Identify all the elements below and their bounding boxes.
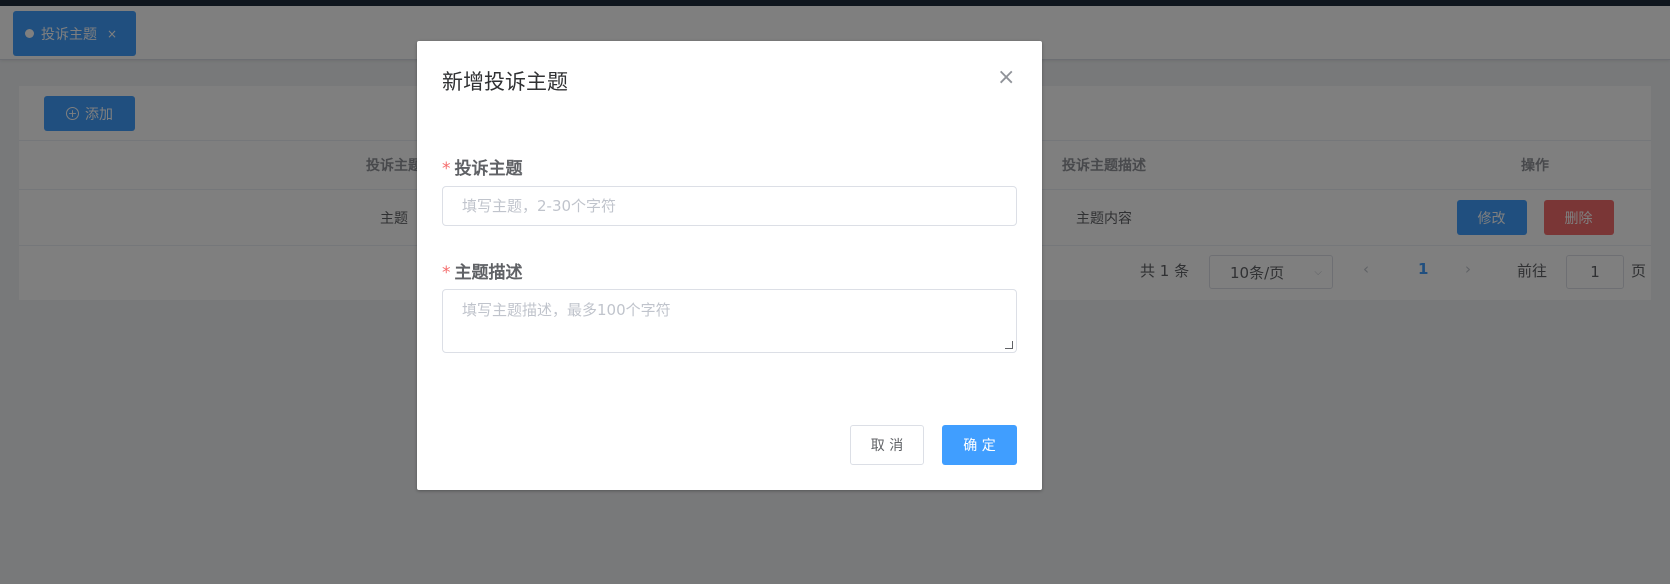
topic-input[interactable]: 填写主题，2-30个字符 bbox=[442, 186, 1017, 226]
description-label-text: 主题描述 bbox=[454, 263, 523, 283]
topic-field-label: * 投诉主题 bbox=[442, 154, 523, 179]
description-field-label: * 主题描述 bbox=[442, 258, 523, 283]
required-marker: * bbox=[442, 159, 451, 179]
required-marker: * bbox=[442, 263, 451, 283]
description-textarea[interactable]: 填写主题描述，最多100个字符 bbox=[442, 289, 1017, 353]
resize-handle-icon[interactable] bbox=[1005, 341, 1013, 349]
dialog-title: 新增投诉主题 bbox=[442, 70, 568, 94]
confirm-button[interactable]: 确 定 bbox=[942, 425, 1017, 465]
topic-input-placeholder: 填写主题，2-30个字符 bbox=[462, 197, 617, 215]
add-topic-dialog: 新增投诉主题 × * 投诉主题 填写主题，2-30个字符 * 主题描述 填写主题描述… bbox=[417, 41, 1042, 490]
cancel-button[interactable]: 取 消 bbox=[850, 425, 924, 465]
description-textarea-placeholder: 填写主题描述，最多100个字符 bbox=[462, 301, 671, 319]
close-icon[interactable]: × bbox=[997, 65, 1015, 90]
topic-label-text: 投诉主题 bbox=[454, 159, 523, 179]
